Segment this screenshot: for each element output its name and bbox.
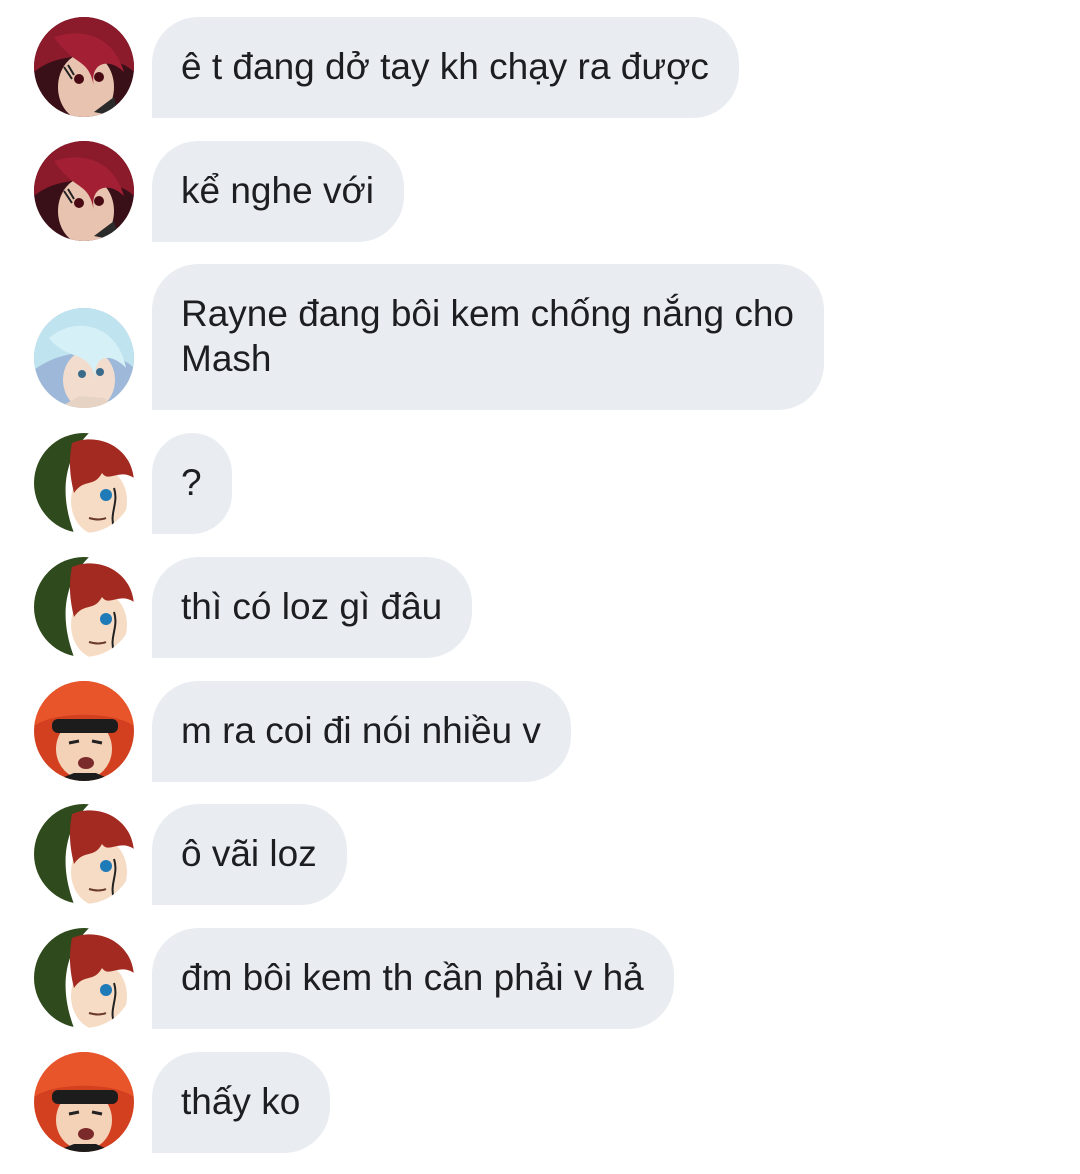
message-bubble[interactable]: ? — [152, 433, 232, 534]
orange-hair-headband-avatar[interactable] — [34, 681, 134, 781]
message-row: kể nghe với — [0, 141, 1080, 242]
message-row: ô vãi loz — [0, 804, 1080, 905]
red-hair-green-hood-avatar[interactable] — [34, 557, 134, 657]
crimson-hair-avatar[interactable] — [34, 17, 134, 117]
message-bubble[interactable]: m ra coi đi nói nhiều v — [152, 681, 571, 782]
crimson-hair-avatar[interactable] — [34, 141, 134, 241]
message-row: đm bôi kem th cần phải v hả — [0, 928, 1080, 1029]
message-bubble[interactable]: đm bôi kem th cần phải v hả — [152, 928, 674, 1029]
red-hair-green-hood-avatar[interactable] — [34, 928, 134, 1028]
ice-blue-hair-avatar[interactable] — [34, 308, 134, 408]
message-row: Rayne đang bôi kem chống nắng cho Mash — [0, 264, 1080, 410]
message-bubble[interactable]: Rayne đang bôi kem chống nắng cho Mash — [152, 264, 824, 410]
message-bubble[interactable]: ô vãi loz — [152, 804, 347, 905]
message-row: thì có loz gì đâu — [0, 557, 1080, 658]
message-bubble[interactable]: thấy ko — [152, 1052, 331, 1153]
message-bubble[interactable]: thì có loz gì đâu — [152, 557, 473, 658]
red-hair-green-hood-avatar[interactable] — [34, 433, 134, 533]
message-row: m ra coi đi nói nhiều v — [0, 681, 1080, 782]
message-row: ê t đang dở tay kh chạy ra được — [0, 17, 1080, 118]
message-bubble[interactable]: ê t đang dở tay kh chạy ra được — [152, 17, 739, 118]
red-hair-green-hood-avatar[interactable] — [34, 804, 134, 904]
message-row: ? — [0, 433, 1080, 534]
message-bubble[interactable]: kể nghe với — [152, 141, 404, 242]
chat-thread: ê t đang dở tay kh chạy ra được kể nghe … — [0, 0, 1080, 1174]
orange-hair-headband-avatar[interactable] — [34, 1052, 134, 1152]
message-row: thấy ko — [0, 1052, 1080, 1153]
